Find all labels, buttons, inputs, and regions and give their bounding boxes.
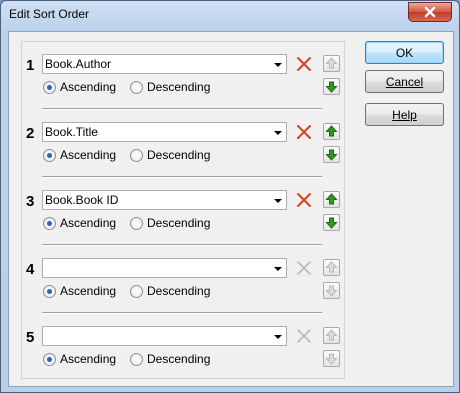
chevron-down-icon[interactable] bbox=[274, 335, 282, 339]
row-number: 3 bbox=[26, 193, 35, 210]
sort-row-3: 3 Book.Book ID Ascending Descending bbox=[22, 178, 344, 246]
descending-label: Descending bbox=[147, 216, 211, 230]
cancel-button[interactable]: Cancel bbox=[365, 70, 444, 93]
ascending-radio[interactable] bbox=[43, 352, 56, 366]
move-up-button bbox=[323, 259, 340, 276]
ok-button[interactable]: OK bbox=[365, 41, 444, 64]
arrow-up-icon bbox=[325, 125, 338, 137]
move-up-button[interactable] bbox=[323, 123, 340, 140]
help-button-label: Help bbox=[392, 107, 417, 122]
ascending-radio[interactable] bbox=[43, 80, 56, 94]
chevron-down-icon[interactable] bbox=[274, 63, 282, 67]
delete-icon[interactable] bbox=[295, 55, 313, 73]
close-button[interactable] bbox=[408, 2, 452, 22]
ascending-label: Ascending bbox=[60, 216, 117, 230]
ascending-label: Ascending bbox=[60, 148, 117, 162]
ascending-option[interactable]: Ascending bbox=[43, 352, 116, 366]
delete-icon[interactable] bbox=[295, 123, 313, 141]
move-down-button bbox=[323, 350, 340, 367]
sort-row-2: 2 Book.Title Ascending Descending bbox=[22, 110, 344, 178]
field-combobox[interactable]: Book.Author bbox=[42, 54, 287, 74]
descending-option[interactable]: Descending bbox=[130, 216, 210, 230]
delete-icon bbox=[297, 261, 311, 275]
arrow-up-icon bbox=[325, 193, 338, 205]
ascending-label: Ascending bbox=[60, 80, 117, 94]
ascending-option[interactable]: Ascending bbox=[43, 284, 116, 298]
ascending-option[interactable]: Ascending bbox=[43, 148, 116, 162]
descending-label: Descending bbox=[147, 80, 211, 94]
descending-radio[interactable] bbox=[130, 284, 143, 298]
move-down-button[interactable] bbox=[323, 78, 340, 95]
field-combobox[interactable]: Book.Title bbox=[42, 122, 287, 142]
chevron-down-icon[interactable] bbox=[274, 199, 282, 203]
arrow-up-icon bbox=[325, 329, 338, 341]
arrow-down-icon bbox=[325, 353, 338, 365]
ascending-radio[interactable] bbox=[43, 148, 56, 162]
move-down-button bbox=[323, 282, 340, 299]
descending-radio[interactable] bbox=[130, 352, 143, 366]
close-icon bbox=[424, 6, 436, 18]
descending-label: Descending bbox=[147, 284, 211, 298]
row-number: 2 bbox=[26, 125, 35, 142]
ascending-option[interactable]: Ascending bbox=[43, 80, 116, 94]
title-bar[interactable]: Edit Sort Order bbox=[1, 1, 459, 30]
move-up-button bbox=[323, 327, 340, 344]
arrow-up-icon bbox=[325, 57, 338, 69]
ascending-label: Ascending bbox=[60, 284, 117, 298]
field-value: Book.Author bbox=[45, 57, 112, 71]
descending-option[interactable]: Descending bbox=[130, 284, 210, 298]
dialog-client-area: 1 Book.Author Ascending Descending 2 Boo… bbox=[8, 31, 454, 387]
field-combobox[interactable] bbox=[42, 258, 287, 278]
field-value: Book.Title bbox=[45, 125, 98, 139]
descending-label: Descending bbox=[147, 352, 211, 366]
sort-row-5: 5 Ascending Descending bbox=[22, 314, 344, 382]
descending-option[interactable]: Descending bbox=[130, 352, 210, 366]
ascending-option[interactable]: Ascending bbox=[43, 216, 116, 230]
row-number: 5 bbox=[26, 329, 35, 346]
descending-label: Descending bbox=[147, 148, 211, 162]
descending-radio[interactable] bbox=[130, 80, 143, 94]
descending-radio[interactable] bbox=[130, 148, 143, 162]
sort-row-4: 4 Ascending Descending bbox=[22, 246, 344, 314]
field-combobox[interactable]: Book.Book ID bbox=[42, 190, 287, 210]
chevron-down-icon[interactable] bbox=[274, 131, 282, 135]
cancel-button-label: Cancel bbox=[385, 74, 424, 89]
sort-row-1: 1 Book.Author Ascending Descending bbox=[22, 42, 344, 110]
arrow-down-icon bbox=[325, 81, 338, 93]
ascending-label: Ascending bbox=[60, 352, 117, 366]
move-up-button[interactable] bbox=[323, 55, 340, 72]
help-button[interactable]: Help bbox=[365, 103, 444, 126]
chevron-down-icon[interactable] bbox=[274, 267, 282, 271]
arrow-up-icon bbox=[325, 261, 338, 273]
field-combobox[interactable] bbox=[42, 326, 287, 346]
move-up-button[interactable] bbox=[323, 191, 340, 208]
delete-icon[interactable] bbox=[295, 191, 313, 209]
move-down-button[interactable] bbox=[323, 146, 340, 163]
sort-rows-panel: 1 Book.Author Ascending Descending 2 Boo… bbox=[21, 41, 345, 379]
descending-option[interactable]: Descending bbox=[130, 148, 210, 162]
ascending-radio[interactable] bbox=[43, 216, 56, 230]
ascending-radio[interactable] bbox=[43, 284, 56, 298]
dialog-window: Edit Sort Order 1 Book.Author Ascending … bbox=[0, 0, 460, 393]
move-down-button[interactable] bbox=[323, 214, 340, 231]
arrow-down-icon bbox=[325, 217, 338, 229]
delete-icon bbox=[297, 329, 311, 343]
arrow-down-icon bbox=[325, 149, 338, 161]
descending-radio[interactable] bbox=[130, 216, 143, 230]
window-title: Edit Sort Order bbox=[9, 7, 90, 21]
field-value: Book.Book ID bbox=[45, 193, 119, 207]
row-number: 1 bbox=[26, 57, 35, 74]
row-number: 4 bbox=[26, 261, 35, 278]
descending-option[interactable]: Descending bbox=[130, 80, 210, 94]
arrow-down-icon bbox=[325, 285, 338, 297]
